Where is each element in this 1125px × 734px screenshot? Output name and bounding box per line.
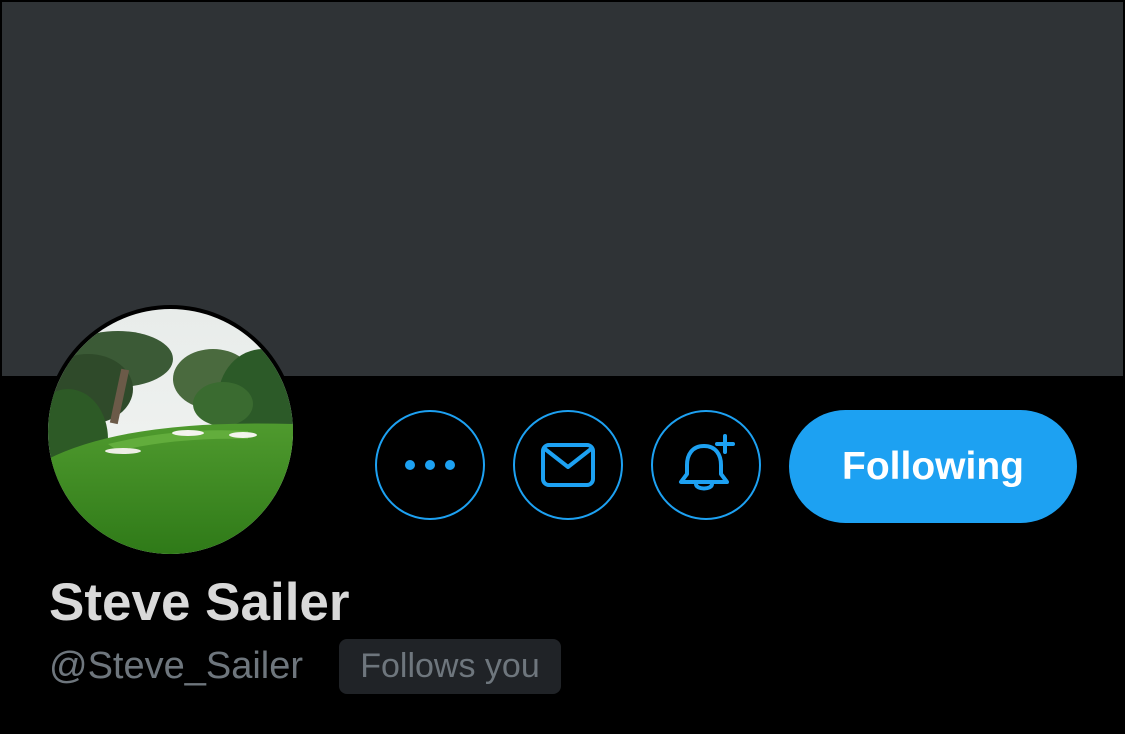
message-button[interactable] — [513, 410, 623, 520]
profile-name: Steve Sailer — [49, 573, 350, 632]
follows-you-label: Follows you — [360, 647, 540, 685]
avatar[interactable] — [44, 305, 297, 558]
golf-course-avatar-image — [48, 309, 293, 554]
profile-handle: @Steve_Sailer — [49, 645, 304, 687]
following-button[interactable]: Following — [789, 410, 1077, 523]
more-options-button[interactable] — [375, 410, 485, 520]
bell-plus-icon — [679, 434, 735, 491]
mail-envelope-icon — [541, 443, 595, 487]
follows-you-badge: Follows you — [339, 639, 561, 694]
more-dots-icon — [405, 460, 455, 470]
following-button-label: Following — [842, 444, 1024, 488]
notifications-button[interactable] — [651, 410, 761, 520]
